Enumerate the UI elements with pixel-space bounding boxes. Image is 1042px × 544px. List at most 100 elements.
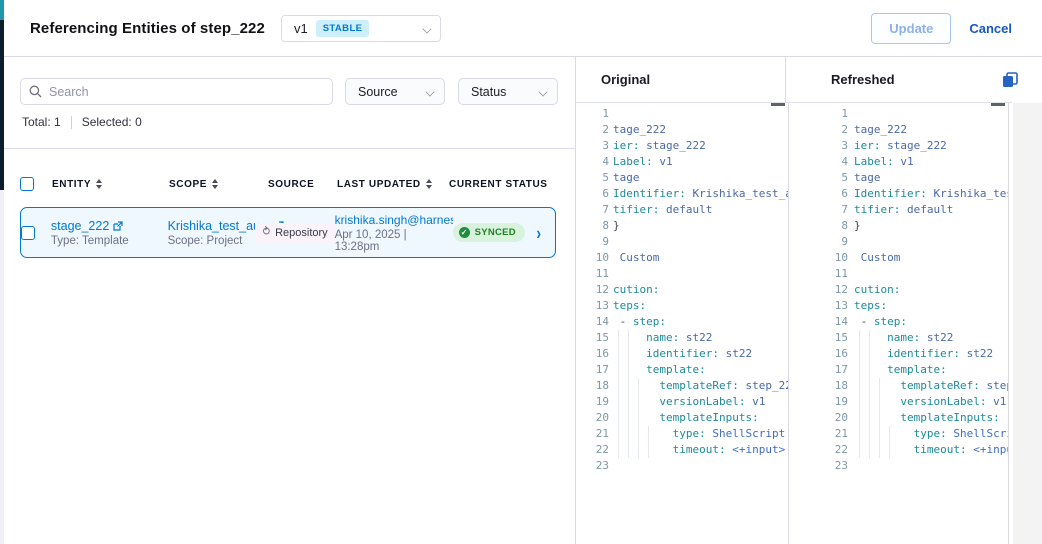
indent-guide	[638, 378, 639, 394]
copy-icon[interactable]	[1000, 70, 1020, 90]
sort-icon	[212, 179, 218, 189]
status-filter[interactable]: Status	[458, 78, 558, 105]
version-value: v1	[294, 21, 308, 36]
line-number: 22	[576, 442, 609, 458]
indent-guide	[618, 426, 619, 442]
line-number: 19	[576, 394, 609, 410]
column-header-entity[interactable]: ENTITY	[52, 179, 169, 190]
source-filter-label: Source	[358, 85, 398, 99]
indent-guide	[859, 362, 860, 378]
column-header-last-updated[interactable]: LAST UPDATED	[337, 179, 449, 190]
indent-guide	[638, 442, 639, 458]
indent-guide	[859, 410, 860, 426]
indent-guide	[859, 394, 860, 410]
line-number: 14	[790, 314, 848, 330]
line-number: 15	[790, 330, 848, 346]
code-line: 14 - step:	[576, 314, 788, 330]
code-line: 10 Custom	[790, 250, 1008, 266]
indent-guide	[879, 378, 880, 394]
indent-guide	[638, 394, 639, 410]
indent-guide	[879, 410, 880, 426]
line-number: 17	[790, 362, 848, 378]
original-code-panel: 12tage_2223ier: stage_2224Label: v15tage…	[576, 103, 789, 544]
code-line: 3ier: stage_222	[576, 138, 788, 154]
code-line: 2tage_222	[790, 122, 1008, 138]
line-number: 8	[790, 218, 848, 234]
indent-guide	[628, 362, 629, 378]
indent-guide	[859, 378, 860, 394]
code-line: 5tage	[576, 170, 788, 186]
source-badge: ⥁ Repository	[255, 223, 336, 243]
row-checkbox[interactable]	[21, 226, 35, 240]
code-line: 18 templateRef: step_222	[576, 378, 788, 394]
line-number: 19	[790, 394, 848, 410]
search-input[interactable]	[49, 85, 324, 99]
repository-icon: ⥁	[263, 227, 271, 238]
divider	[71, 116, 72, 129]
indent-guide	[869, 394, 870, 410]
indent-guide	[618, 410, 619, 426]
line-number: 12	[576, 282, 609, 298]
code-line: 20 templateInputs:	[576, 410, 788, 426]
indent-guide	[859, 346, 860, 362]
code-line: 21 type: ShellScript	[790, 426, 1008, 442]
update-button[interactable]: Update	[871, 13, 951, 44]
chevron-down-icon	[423, 24, 432, 33]
cancel-button[interactable]: Cancel	[969, 21, 1012, 36]
indent-guide	[889, 442, 890, 458]
indent-guide	[889, 426, 890, 442]
entity-link[interactable]: stage_222	[51, 219, 168, 233]
code-line: 19 versionLabel: v1	[790, 394, 1008, 410]
indent-guide	[628, 410, 629, 426]
code-line: 22 timeout: <+input>	[790, 442, 1008, 458]
line-number: 18	[790, 378, 848, 394]
code-line: 5tage	[790, 170, 1008, 186]
chevron-right-icon[interactable]: ›	[536, 222, 541, 243]
indent-guide	[628, 442, 629, 458]
original-code-lines: 12tage_2223ier: stage_2224Label: v15tage…	[576, 106, 788, 474]
line-number: 18	[576, 378, 609, 394]
status-filter-label: Status	[471, 85, 506, 99]
line-number: 1	[576, 106, 609, 122]
select-all-checkbox[interactable]	[20, 177, 34, 191]
line-number: 9	[790, 234, 848, 250]
sort-icon	[96, 179, 102, 189]
line-number: 21	[790, 426, 848, 442]
code-line: 11	[790, 266, 1008, 282]
source-filter[interactable]: Source	[345, 78, 445, 105]
line-number: 2	[576, 122, 609, 138]
search-icon	[29, 85, 42, 98]
line-number: 5	[576, 170, 609, 186]
indent-guide	[879, 442, 880, 458]
code-line: 12cution:	[790, 282, 1008, 298]
diff-overview-ruler	[1013, 103, 1042, 544]
code-line: 23	[576, 458, 788, 474]
indent-guide	[869, 426, 870, 442]
table-row[interactable]: stage_222 Type: Template Krishika_test_a…	[20, 207, 556, 258]
updated-at: Apr 10, 2025 | 13:28pm	[335, 229, 453, 253]
line-number: 4	[790, 154, 848, 170]
code-line: 7tifier: default	[790, 202, 1008, 218]
section-divider	[4, 148, 575, 149]
line-number: 20	[790, 410, 848, 426]
indent-guide	[859, 442, 860, 458]
column-header-scope[interactable]: SCOPE	[169, 179, 268, 190]
check-icon: ✓	[459, 227, 470, 238]
line-number: 7	[790, 202, 848, 218]
version-selector[interactable]: v1 STABLE	[281, 15, 441, 42]
line-number: 13	[576, 298, 609, 314]
stable-badge: STABLE	[316, 20, 370, 37]
line-number: 5	[790, 170, 848, 186]
line-number: 6	[790, 186, 848, 202]
chevron-down-icon	[539, 87, 548, 96]
code-line: 18 templateRef: step_222	[790, 378, 1008, 394]
scope-link[interactable]: Krishika_test_au...	[168, 219, 255, 233]
code-line: 15 name: st22	[790, 330, 1008, 346]
indent-guide	[869, 442, 870, 458]
summary-bar: Total: 1 Selected: 0	[22, 115, 142, 129]
search-box[interactable]	[20, 78, 333, 105]
indent-guide	[648, 442, 649, 458]
indent-guide	[869, 362, 870, 378]
updated-by: krishika.singh@harnes...	[335, 213, 453, 227]
indent-guide	[618, 346, 619, 362]
